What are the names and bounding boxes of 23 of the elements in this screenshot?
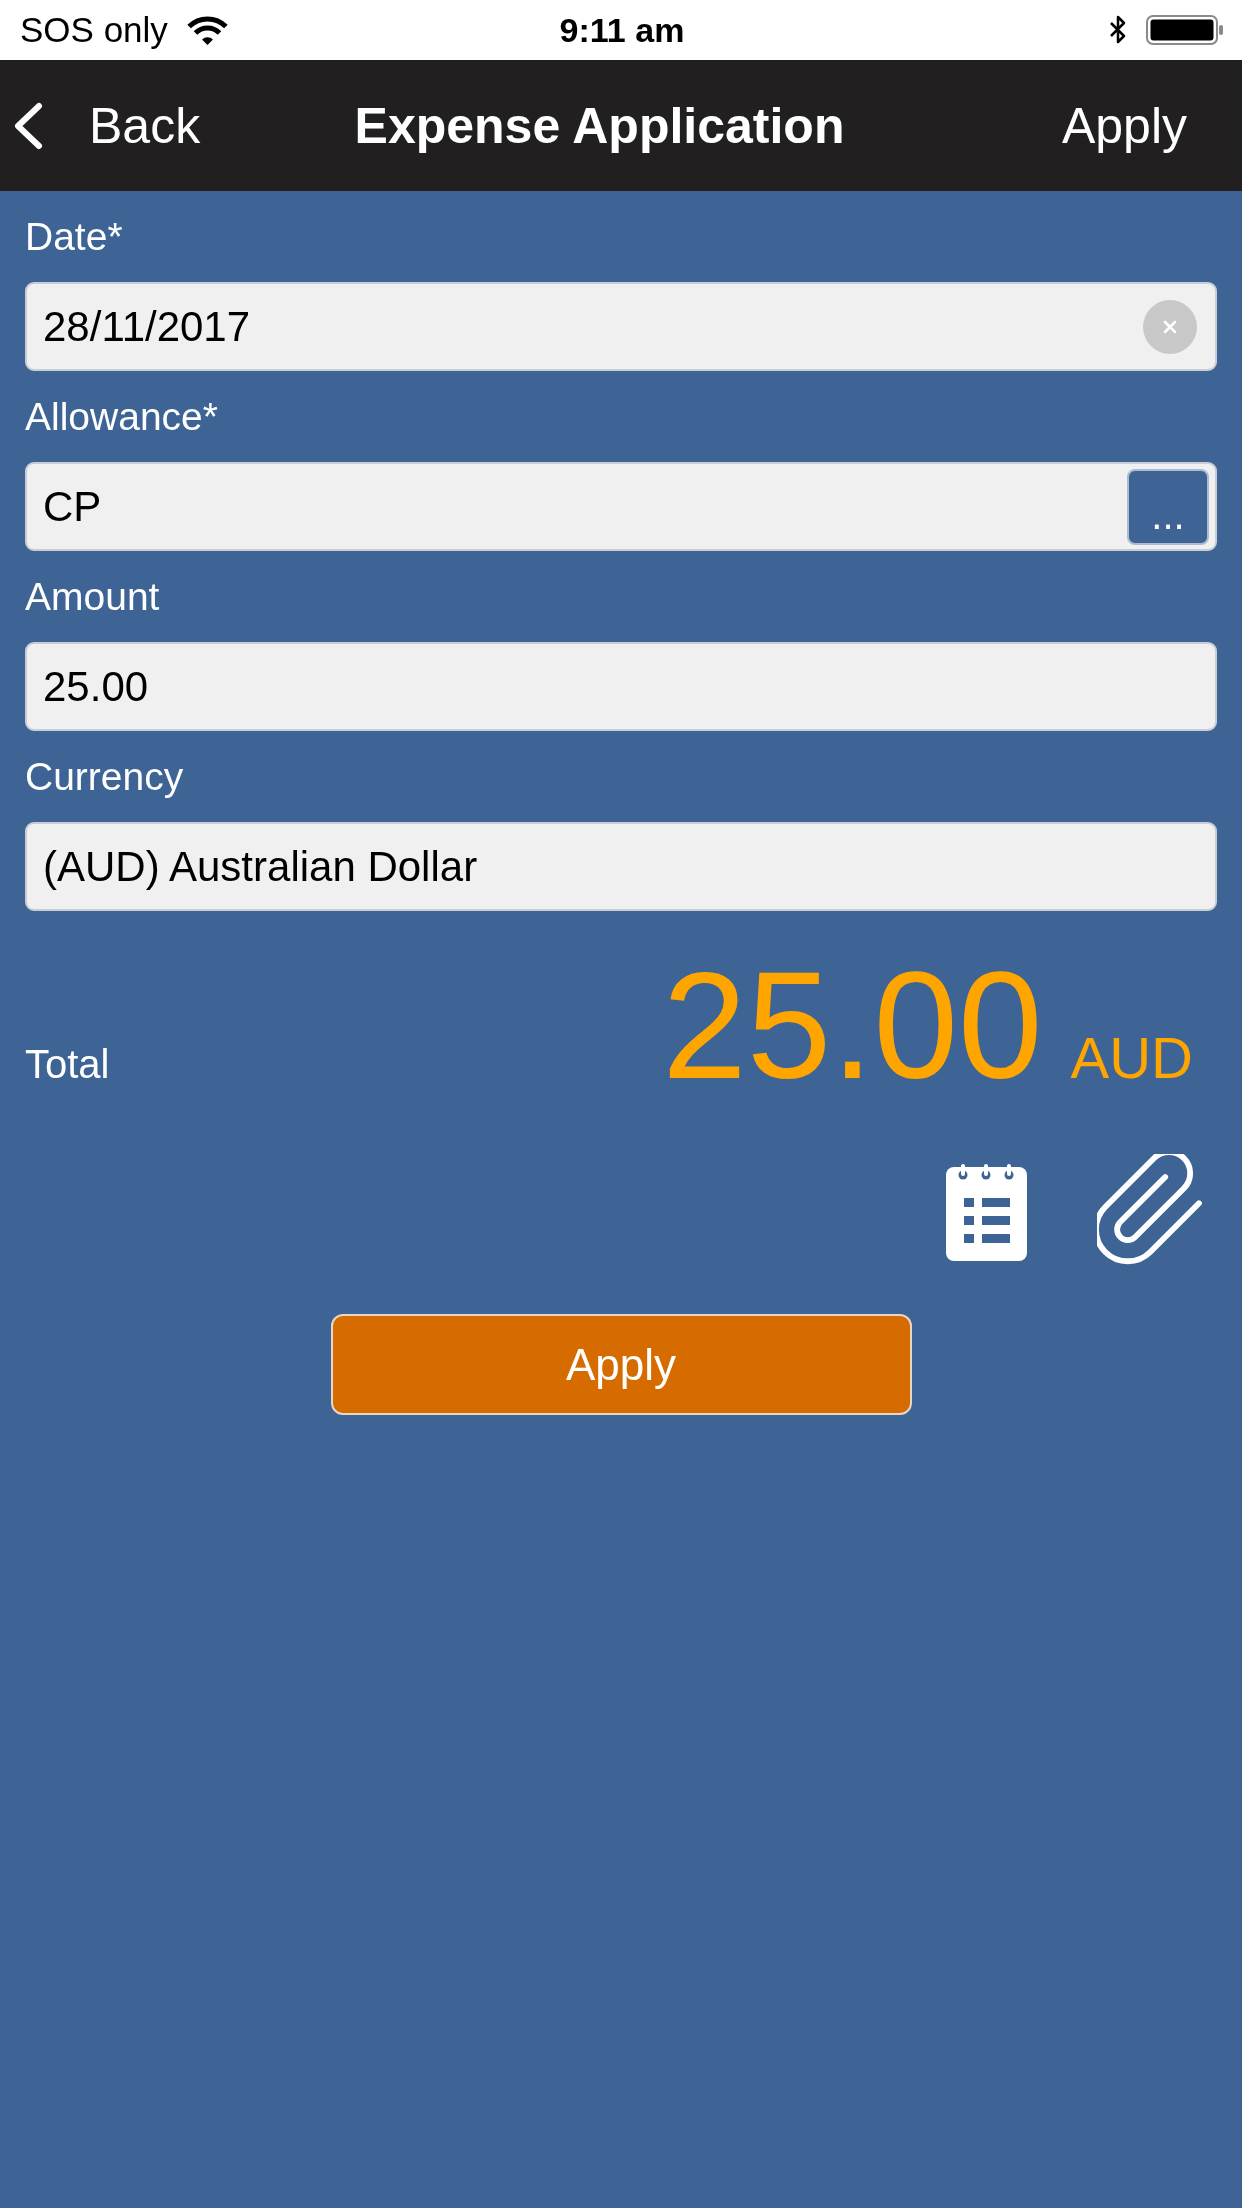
apply-nav-button[interactable]: Apply <box>1061 96 1187 155</box>
total-label: Total <box>25 1042 110 1087</box>
input-field[interactable]: CP ... <box>25 462 1217 551</box>
input-field[interactable]: 25.00 <box>25 642 1217 731</box>
picker-button[interactable]: ... <box>1127 468 1209 545</box>
status-time: 9:11 am <box>559 10 685 50</box>
field-label: Currency <box>25 754 184 799</box>
wifi-icon <box>185 14 229 46</box>
total-amount: 25.00 <box>662 950 1043 1100</box>
battery-icon <box>1146 15 1224 45</box>
currency-code: AUD <box>1070 1024 1193 1091</box>
field-label: Date* <box>25 214 123 259</box>
screen-title: Expense Application <box>354 96 845 155</box>
carrier-text: SOS only <box>20 10 168 50</box>
chevron-left-icon <box>12 101 44 150</box>
bluetooth-icon <box>1108 14 1128 46</box>
notepad-list-icon[interactable] <box>946 1163 1027 1261</box>
input-field[interactable]: 28/11/2017 <box>25 282 1217 371</box>
field-label: Amount <box>25 574 160 619</box>
input-field[interactable]: (AUD) Australian Dollar <box>25 822 1217 911</box>
back-button[interactable]: Back <box>12 96 201 155</box>
apply-button[interactable]: Apply <box>330 1314 912 1415</box>
field-label: Allowance* <box>25 394 218 439</box>
